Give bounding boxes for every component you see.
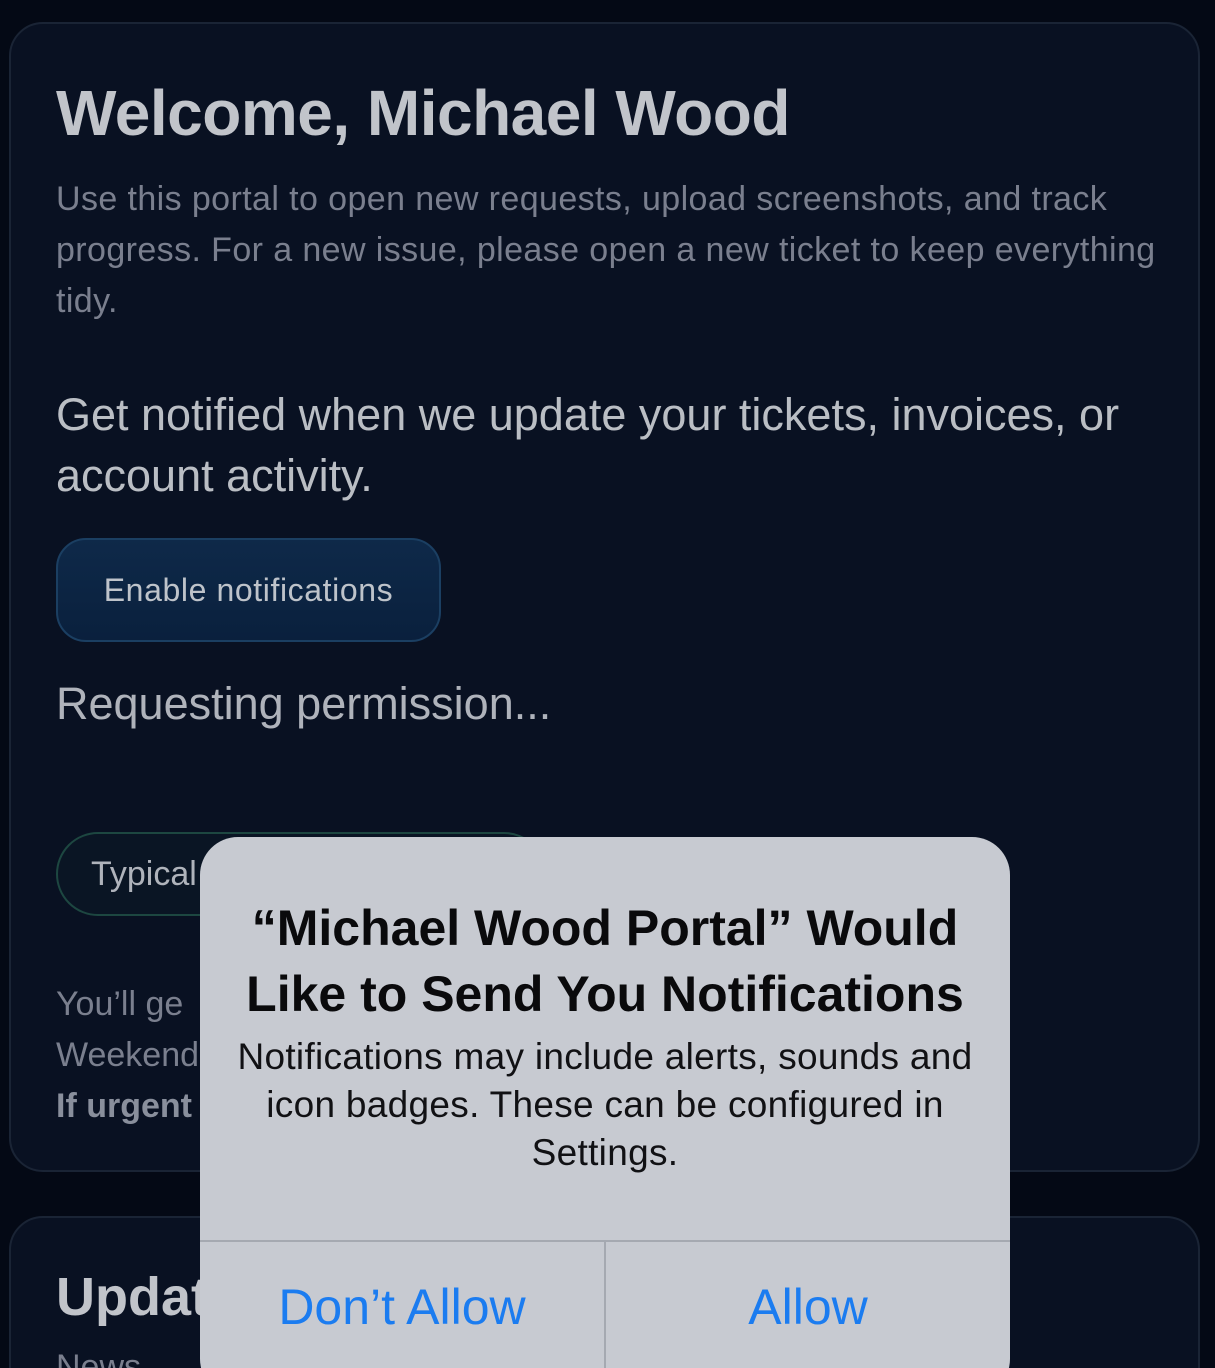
portal-page: Welcome, Michael Wood Use this portal to… bbox=[0, 0, 1215, 1368]
dialog-title: “Michael Wood Portal” Would Like to Send… bbox=[246, 900, 964, 1022]
allow-button[interactable]: Allow bbox=[606, 1242, 1010, 1368]
notification-permission-dialog: “Michael Wood Portal” Would Like to Send… bbox=[200, 837, 1010, 1368]
dont-allow-button[interactable]: Don’t Allow bbox=[200, 1242, 606, 1368]
dialog-actions: Don’t Allow Allow bbox=[200, 1240, 1010, 1368]
dialog-message: Notifications may include alerts, sounds… bbox=[237, 1036, 973, 1173]
